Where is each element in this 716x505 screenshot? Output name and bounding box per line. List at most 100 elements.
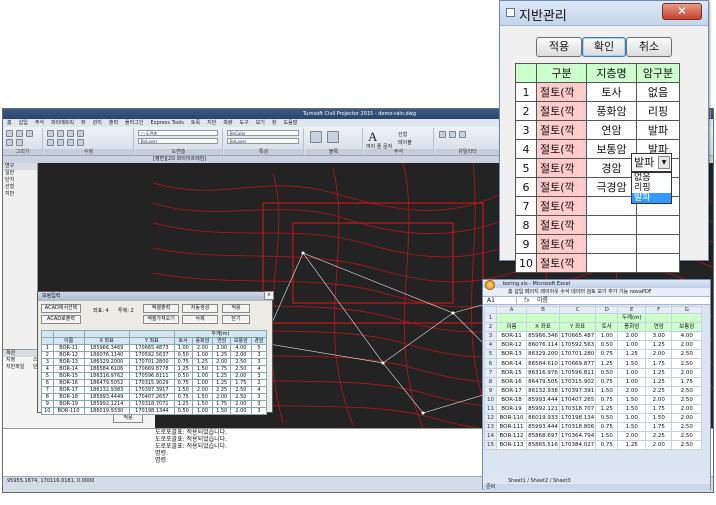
column-header[interactable]: D: [595, 306, 619, 314]
cell[interactable]: 85865.516: [526, 440, 560, 451]
cell[interactable]: 170318.806: [558, 422, 597, 433]
cell[interactable]: BOR-110: [496, 413, 527, 424]
name-box[interactable]: A1: [483, 297, 517, 304]
table-cell[interactable]: [636, 234, 680, 254]
table-cell[interactable]: 170596.8111: [128, 372, 175, 380]
table-cell[interactable]: 2.00: [229, 372, 252, 380]
table-cell[interactable]: 4: [250, 386, 268, 394]
cell[interactable]: 0.75: [595, 394, 619, 405]
cell[interactable]: BOR-19: [496, 403, 527, 415]
linetype-combo[interactable]: ByLayer: [227, 138, 299, 144]
cell[interactable]: 170596.811: [558, 367, 597, 378]
table-cell[interactable]: 1.50: [212, 407, 231, 415]
cell[interactable]: 170592.563: [558, 340, 597, 351]
cell[interactable]: 170397.391: [558, 385, 597, 396]
table-cell[interactable]: BOR-15: [52, 372, 85, 380]
table-cell[interactable]: BOR-19: [52, 400, 85, 408]
cancel-button[interactable]: 취소: [626, 37, 672, 57]
layer-state-combo[interactable]: ByLayer: [138, 138, 218, 144]
table-cell[interactable]: 0.75: [173, 358, 193, 366]
table-cell[interactable]: 0.75: [173, 379, 193, 387]
trim-icon[interactable]: [67, 130, 74, 137]
table-cell[interactable]: 10: [41, 407, 54, 415]
rectangle-icon[interactable]: [16, 139, 23, 146]
table-cell[interactable]: BOR-17: [52, 386, 85, 394]
table-cell[interactable]: BOR-14: [52, 365, 85, 373]
table-cell[interactable]: 170318.7071: [128, 400, 175, 408]
menu-item[interactable]: 도구: [240, 120, 249, 126]
dropdown-option[interactable]: 없음: [632, 173, 671, 183]
insert-block-icon[interactable]: [310, 131, 322, 143]
cell[interactable]: 170198.134: [558, 413, 597, 424]
cell[interactable]: 2.00: [617, 331, 647, 342]
table-cell[interactable]: 1.50: [191, 365, 214, 373]
cell[interactable]: BOR-12: [496, 340, 527, 351]
table-cell[interactable]: 3: [250, 351, 268, 359]
column-header[interactable]: A: [496, 306, 527, 314]
cell[interactable]: 170407.265: [558, 394, 597, 405]
rotate-icon[interactable]: [57, 130, 64, 137]
apply-button[interactable]: 적용: [113, 414, 143, 423]
cell[interactable]: 0.75: [595, 422, 619, 433]
column-header[interactable]: F: [645, 306, 673, 314]
cell[interactable]: 1.00: [617, 413, 647, 424]
cell[interactable]: 0.75: [595, 376, 619, 387]
menu-item[interactable]: 삽입: [19, 120, 28, 126]
table-cell[interactable]: 186584.6106: [83, 365, 130, 373]
table-cell[interactable]: 2.00: [229, 400, 252, 408]
cell[interactable]: 2.25: [645, 385, 673, 396]
table-row[interactable]: 3 BOR-13 186329.2000 170701.2800 0.75 1.25 2.0…: [41, 358, 268, 366]
move-icon[interactable]: [47, 130, 54, 137]
table-cell[interactable]: 0.75: [173, 393, 193, 401]
cell[interactable]: [671, 312, 703, 324]
table-cell[interactable]: BOR-16: [52, 379, 85, 387]
close-button[interactable]: ✕: [662, 3, 702, 20]
cell[interactable]: 0.50: [595, 367, 619, 378]
column-header[interactable]: [484, 306, 497, 314]
cell[interactable]: 170665.487: [558, 331, 597, 342]
table-cell[interactable]: 1.25: [212, 351, 231, 359]
table-cell[interactable]: 3: [250, 358, 268, 366]
cell[interactable]: 2.50: [671, 431, 703, 442]
table-cell[interactable]: 2.50: [229, 393, 252, 401]
cell[interactable]: BOR-18: [496, 394, 527, 405]
table-cell[interactable]: [586, 253, 637, 273]
table-cell[interactable]: 1.00: [173, 344, 193, 352]
excel-import-button[interactable]: 엑셀가져오기: [143, 315, 179, 324]
table-cell[interactable]: 170592.5637: [128, 351, 175, 359]
table-cell[interactable]: 2.50: [229, 386, 252, 394]
table-cell[interactable]: 1.75: [212, 365, 231, 373]
table-cell[interactable]: [586, 196, 637, 216]
excel-ribbon-tabs[interactable]: 홈 삽입 페이지 레이아웃 수식 데이터 검토 보기 추가 기능 novaPDF: [483, 288, 710, 296]
formula-input[interactable]: 이름: [537, 297, 548, 304]
table-cell[interactable]: 토사: [586, 82, 637, 102]
menu-item[interactable]: 주석: [35, 120, 44, 126]
table-cell[interactable]: 2.50: [229, 358, 252, 366]
cell[interactable]: [595, 312, 619, 324]
office-button-icon[interactable]: [485, 280, 495, 290]
cell[interactable]: 1.50: [617, 358, 647, 369]
fillet-icon[interactable]: [57, 139, 64, 146]
cell[interactable]: 2.00: [671, 367, 703, 378]
cell[interactable]: 0.75: [595, 440, 619, 451]
layer-combo[interactable]: □ 도면층: [138, 130, 218, 136]
cell[interactable]: 2.00: [671, 403, 703, 415]
cell[interactable]: 1.50: [645, 413, 673, 424]
menu-item[interactable]: 지반: [207, 120, 216, 126]
table-row[interactable]: 1 절토(깍 토사 없음: [515, 82, 680, 102]
cell[interactable]: 1.25: [617, 349, 647, 360]
select-icon[interactable]: [449, 131, 456, 138]
table-cell[interactable]: 1.75: [212, 400, 231, 408]
spreadsheet-grid[interactable]: A B C D E F G 1 두께(m) 2 이름 X 좌표 Y 좌표 토사 풍화암 연암 보통암 3 BOR-1…: [484, 306, 703, 451]
table-cell[interactable]: 186479.5052: [83, 379, 130, 387]
copy-icon[interactable]: [77, 130, 84, 137]
table-cell[interactable]: 1.25: [173, 365, 193, 373]
table-cell[interactable]: 1.25: [212, 379, 231, 387]
column-header[interactable]: E: [617, 306, 647, 314]
acad-output-button[interactable]: ACAD로출력: [41, 315, 81, 324]
table-cell[interactable]: 0.50: [173, 407, 193, 415]
table-cell[interactable]: 2.00: [229, 407, 252, 415]
table-row[interactable]: 6 BOR-16 186479.5052 170315.9029 0.75 1.00 1.2…: [41, 379, 268, 387]
dropdown-option[interactable]: 리핑: [632, 183, 671, 193]
table-row[interactable]: 9 BOR-19 185992.1214 170318.7071 1.25 1.50 1.7…: [41, 400, 268, 408]
